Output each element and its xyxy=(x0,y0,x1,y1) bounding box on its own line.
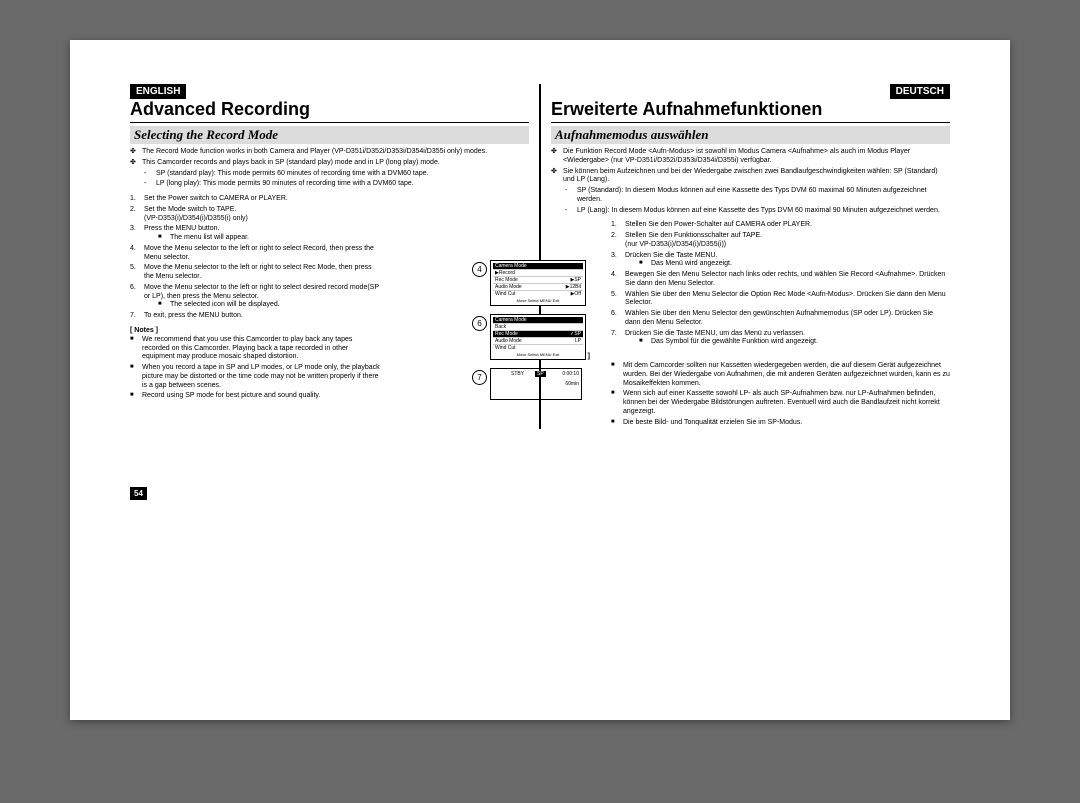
steps-en: Set the Power switch to CAMERA or PLAYER… xyxy=(130,195,380,321)
lcd-screen: Camera Mode ▶Record Rec Mode▶SP Audio Mo… xyxy=(490,260,586,306)
intro-item: LP (long play): This mode permits 90 min… xyxy=(144,180,529,189)
notes-head-en: Notes xyxy=(130,327,529,334)
intro-item: Die Funktion Record Mode <Aufn-Modus> is… xyxy=(551,148,950,166)
intro-item: SP (standard play): This mode permits 60… xyxy=(144,170,529,179)
fig-num-icon: 7 xyxy=(472,370,487,385)
intro-sub-de: SP (Standard): In diesem Modus können au… xyxy=(565,187,950,215)
substep: Das Symbol für die gewählte Funktion wir… xyxy=(639,338,950,347)
fig-4: 4 Camera Mode ▶Record Rec Mode▶SP Audio … xyxy=(490,260,590,306)
page-number: 54 xyxy=(130,487,147,500)
step: Wählen Sie über den Menu Selector den ge… xyxy=(611,310,950,328)
osd-screen: STBY SP 0:00:10 60min xyxy=(490,368,582,400)
step: Move the Menu selector to the left or ri… xyxy=(130,245,380,263)
intro-sub-en: SP (standard play): This mode permits 60… xyxy=(144,170,529,190)
steps-de: Stellen Sie den Power-Schalter auf CAMER… xyxy=(611,221,950,347)
step: To exit, press the MENU button. xyxy=(130,312,380,321)
step: Stellen Sie den Funktionsschalter auf TA… xyxy=(611,232,950,250)
step: Press the MENU button. The menu list wil… xyxy=(130,225,380,243)
intro-item: SP (Standard): In diesem Modus können au… xyxy=(565,187,950,205)
step: Wählen Sie über den Menu Selector die Op… xyxy=(611,291,950,309)
lang-tag-en: ENGLISH xyxy=(130,84,186,99)
intro-item: This Camcorder records and plays back in… xyxy=(130,159,529,168)
column-deutsch: DEUTSCH Erweiterte Aufnahmefunktionen Au… xyxy=(539,84,950,429)
fig-num-icon: 4 xyxy=(472,262,487,277)
note: Mit dem Camcorder sollten nur Kassetten … xyxy=(611,362,950,388)
notes-de: Mit dem Camcorder sollten nur Kassetten … xyxy=(611,362,950,427)
heading-de: Erweiterte Aufnahmefunktionen xyxy=(551,99,950,123)
fig-7: 7 STBY SP 0:00:10 60min xyxy=(490,368,590,400)
step: Drücken Sie die Taste MENU. Das Menü wir… xyxy=(611,252,950,270)
fig-num-icon: 6 xyxy=(472,316,487,331)
fig-6: 6 Camera Mode Back Rec Mode✓SP Audio Mod… xyxy=(490,314,590,360)
step: Set the Power switch to CAMERA or PLAYER… xyxy=(130,195,380,204)
subheading-en: Selecting the Record Mode xyxy=(130,126,529,144)
note: When you record a tape in SP and LP mode… xyxy=(130,364,380,390)
center-figures: 4 Camera Mode ▶Record Rec Mode▶SP Audio … xyxy=(490,260,590,408)
step: Set the Mode switch to TAPE.(VP-D353(i)/… xyxy=(130,206,380,224)
heading-en: Advanced Recording xyxy=(130,99,529,123)
step: Drücken Sie die Taste MENU, um das Menü … xyxy=(611,330,950,348)
substep: The selected icon will be displayed. xyxy=(158,301,380,310)
step: Move the Menu selector to the left or ri… xyxy=(130,264,380,282)
intro-item: The Record Mode function works in both C… xyxy=(130,148,529,157)
step: Move the Menu selector to the left or ri… xyxy=(130,284,380,310)
step: Stellen Sie den Power-Schalter auf CAMER… xyxy=(611,221,950,230)
lcd-screen: Camera Mode Back Rec Mode✓SP Audio ModeL… xyxy=(490,314,586,360)
substep: The menu list will appear. xyxy=(158,234,380,243)
note: We recommend that you use this Camcorder… xyxy=(130,336,380,362)
substep: Das Menü wird angezeigt. xyxy=(639,260,950,269)
step: Bewegen Sie den Menu Selector nach links… xyxy=(611,271,950,289)
intro-item: LP (Lang): In diesem Modus können auf ei… xyxy=(565,207,950,216)
notes-en: We recommend that you use this Camcorder… xyxy=(130,336,380,401)
intro-item: Sie können beim Aufzeichnen und bei der … xyxy=(551,168,950,186)
note: Die beste Bild- und Tonqualität erzielen… xyxy=(611,419,950,428)
note: Record using SP mode for best picture an… xyxy=(130,392,380,401)
intro-de: Die Funktion Record Mode <Aufn-Modus> is… xyxy=(551,148,950,185)
subheading-de: Aufnahmemodus auswählen xyxy=(551,126,950,144)
intro-en: The Record Mode function works in both C… xyxy=(130,148,529,168)
note: Wenn sich auf einer Kassette sowohl LP- … xyxy=(611,390,950,416)
lang-tag-de: DEUTSCH xyxy=(890,84,950,99)
notes-head-de: Hinweise xyxy=(551,353,950,360)
